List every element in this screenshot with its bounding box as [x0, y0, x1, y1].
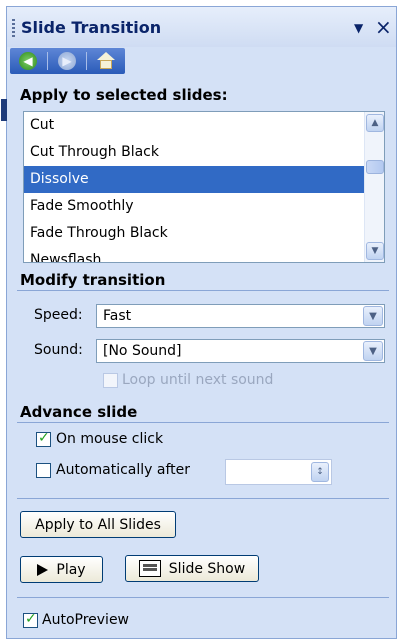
autopreview-label: AutoPreview [42, 612, 130, 628]
transition-list: Cut Cut Through Black Dissolve Fade Smoo… [24, 112, 364, 262]
autopreview-checkbox[interactable]: ✓ [23, 611, 38, 628]
section-divider [17, 597, 389, 598]
play-label: Play [56, 561, 86, 578]
pane-navigation: ◀ ▶ [10, 48, 125, 74]
play-button[interactable]: Play [20, 556, 103, 583]
list-item-fade-through-black[interactable]: Fade Through Black [24, 220, 364, 247]
chevron-down-icon[interactable]: ▼ [363, 341, 383, 361]
scroll-up-icon[interactable]: ▲ [366, 114, 384, 132]
loop-label: Loop until next sound [122, 372, 274, 388]
modify-section-heading: Modify transition [20, 271, 166, 289]
transition-listbox[interactable]: Cut Cut Through Black Dissolve Fade Smoo… [23, 111, 385, 263]
title-bar: Slide Transition ▼ × [7, 7, 396, 47]
list-item-newsflash[interactable]: Newsflash [24, 247, 364, 262]
checkmark-icon: ✓ [38, 430, 50, 446]
forward-arrow-icon: ▶ [58, 52, 76, 70]
speed-label: Speed: [34, 307, 83, 323]
speed-value: Fast [103, 308, 132, 324]
nav-separator [86, 52, 87, 70]
grip-handle[interactable] [12, 19, 15, 37]
on-mouse-click-checkbox[interactable]: ✓ [36, 430, 51, 447]
auto-advance-time-spinner[interactable]: ↕ [225, 459, 332, 485]
home-icon [96, 52, 116, 70]
sound-select[interactable]: [No Sound] ▼ [96, 339, 385, 363]
checkmark-icon: ✓ [25, 611, 37, 627]
close-icon[interactable]: × [375, 15, 392, 39]
section-divider [17, 498, 389, 499]
spinner-updown-icon[interactable]: ↕ [311, 462, 329, 482]
back-button[interactable]: ◀ [15, 51, 41, 71]
slide-show-icon [138, 560, 161, 577]
section-divider [17, 422, 389, 423]
window-edge [1, 99, 7, 121]
scroll-thumb[interactable] [366, 160, 384, 174]
play-icon [37, 563, 49, 576]
section-divider [17, 290, 389, 291]
list-item-cut[interactable]: Cut [24, 112, 364, 139]
auto-advance-label: Automatically after [56, 462, 191, 478]
scroll-down-icon[interactable]: ▼ [366, 242, 384, 260]
pane-title: Slide Transition [21, 18, 162, 37]
sound-value: [No Sound] [103, 343, 182, 359]
loop-checkbox[interactable] [103, 373, 118, 388]
apply-to-all-slides-button[interactable]: Apply to All Slides [20, 511, 176, 538]
advance-section-heading: Advance slide [20, 403, 138, 421]
chevron-down-icon[interactable]: ▼ [363, 306, 383, 326]
on-mouse-click-label: On mouse click [56, 431, 164, 447]
list-item-cut-through-black[interactable]: Cut Through Black [24, 139, 364, 166]
forward-button[interactable]: ▶ [54, 51, 80, 71]
home-button[interactable] [93, 51, 119, 71]
apply-section-heading: Apply to selected slides: [20, 86, 228, 104]
list-item-fade-smoothly[interactable]: Fade Smoothly [24, 193, 364, 220]
back-arrow-icon: ◀ [19, 52, 37, 70]
list-item-dissolve[interactable]: Dissolve [24, 166, 364, 193]
nav-separator [47, 52, 48, 70]
list-scrollbar[interactable]: ▲ ▼ [364, 112, 384, 262]
slide-show-button[interactable]: Slide Show [125, 555, 259, 582]
auto-advance-checkbox[interactable] [36, 463, 51, 478]
pane-menu-dropdown-icon[interactable]: ▼ [354, 21, 363, 35]
task-pane: Slide Transition ▼ × ◀ ▶ Apply to select… [1, 6, 397, 639]
sound-label: Sound: [34, 342, 83, 358]
slide-show-label: Slide Show [168, 560, 246, 577]
speed-select[interactable]: Fast ▼ [96, 304, 385, 328]
